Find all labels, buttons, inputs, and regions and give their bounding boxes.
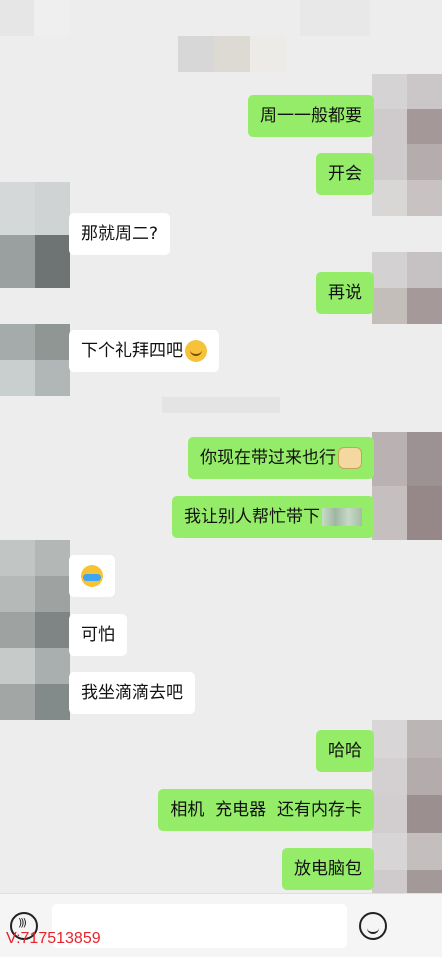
message-bubble-sent[interactable]: 再说 bbox=[316, 272, 374, 314]
message-text: 我让别人帮忙带下 bbox=[184, 507, 320, 527]
message-text: 可怕 bbox=[81, 625, 115, 645]
message-bubble-received[interactable]: 可怕 bbox=[69, 614, 127, 656]
message-bubble-sent[interactable]: 哈哈 bbox=[316, 730, 374, 772]
blurred-header bbox=[0, 0, 442, 72]
message-text: 周一一般都要 bbox=[260, 106, 362, 126]
message-bubble-sent[interactable]: 放电脑包 bbox=[282, 848, 374, 890]
message-text: 相机 充电器 还有内存卡 bbox=[170, 800, 362, 820]
message-bubble-sent[interactable]: 我让别人帮忙带下 bbox=[172, 496, 374, 538]
message-bubble-received[interactable]: 下个礼拜四吧 bbox=[69, 330, 219, 372]
thinking-emoji-icon bbox=[185, 340, 207, 362]
message-bubble-sent[interactable]: 你现在带过来也行 bbox=[188, 437, 374, 479]
my-avatar[interactable] bbox=[372, 74, 442, 144]
message-text: 我坐滴滴去吧 bbox=[81, 683, 183, 703]
message-text: 放电脑包 bbox=[294, 859, 362, 879]
message-text: 下个礼拜四吧 bbox=[81, 341, 183, 361]
doge-emoji-icon bbox=[338, 447, 362, 469]
contact-avatar[interactable] bbox=[0, 182, 70, 288]
timestamp-blurred bbox=[162, 397, 280, 413]
contact-avatar[interactable] bbox=[0, 540, 70, 720]
my-avatar[interactable] bbox=[372, 252, 442, 324]
my-avatar[interactable] bbox=[372, 144, 442, 216]
emoji-icon[interactable] bbox=[359, 912, 387, 940]
crying-laughing-emoji-icon bbox=[81, 565, 103, 587]
message-bubble-sent[interactable]: 开会 bbox=[316, 153, 374, 195]
message-bubble-received[interactable]: 那就周二? bbox=[69, 213, 171, 255]
blurred-image-icon bbox=[322, 508, 362, 526]
my-avatar[interactable] bbox=[372, 432, 442, 540]
message-bubble-received[interactable]: 我坐滴滴去吧 bbox=[69, 672, 195, 714]
message-bubble-sent[interactable]: 周一一般都要 bbox=[248, 95, 374, 137]
contact-avatar[interactable] bbox=[0, 324, 70, 396]
message-text: 你现在带过来也行 bbox=[200, 448, 336, 468]
message-text: 那就周二? bbox=[81, 224, 159, 244]
message-text: 开会 bbox=[328, 164, 362, 184]
message-text: 再说 bbox=[328, 283, 362, 303]
watermark-text: V:717513859 bbox=[6, 930, 101, 947]
message-bubble-sent[interactable]: 相机 充电器 还有内存卡 bbox=[158, 789, 374, 831]
message-bubble-received[interactable] bbox=[69, 555, 115, 597]
message-text: 哈哈 bbox=[328, 741, 362, 761]
